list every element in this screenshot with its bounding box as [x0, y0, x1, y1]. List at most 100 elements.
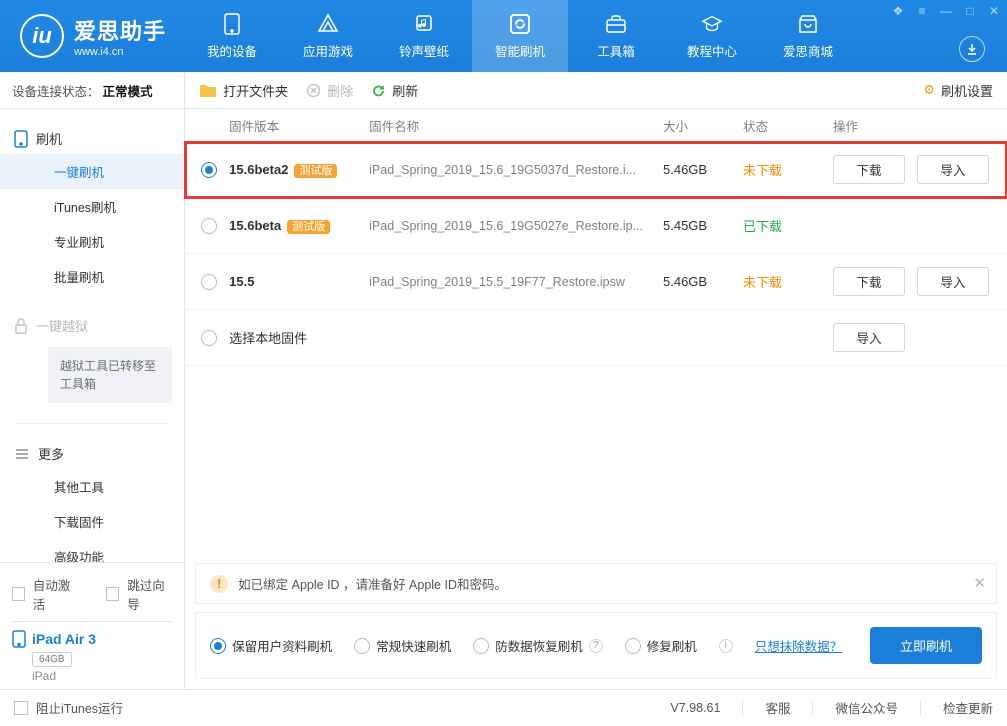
sidebar-group-flash[interactable]: 刷机	[0, 123, 184, 154]
info-icon[interactable]: i	[719, 639, 733, 653]
firmware-row[interactable]: 15.6beta测试版iPad_Spring_2019_15.6_19G5027…	[185, 198, 1007, 254]
download-manager-icon[interactable]	[959, 36, 985, 62]
gear-icon: ⚙	[923, 82, 935, 98]
folder-icon	[199, 83, 217, 98]
firmware-row[interactable]: 15.5iPad_Spring_2019_15.5_19F77_Restore.…	[185, 254, 1007, 310]
device-status: 设备连接状态：正常模式	[0, 72, 184, 109]
nav-label: 我的设备	[207, 41, 257, 60]
device-panel: 自动激活 跳过向导 iPad Air 3 64GB iPad	[0, 562, 184, 689]
skin-icon[interactable]: ❖	[891, 4, 905, 18]
update-link[interactable]: 检查更新	[943, 698, 993, 717]
nav-toolbox[interactable]: 工具箱	[568, 0, 664, 72]
sidebar-group-more[interactable]: 更多	[0, 438, 184, 469]
nav-label: 爱思商城	[783, 41, 833, 60]
edu-icon	[701, 13, 723, 35]
sidebar-item-batch-flash[interactable]: 批量刷机	[0, 259, 184, 294]
main-content: 打开文件夹 删除 刷新 ⚙ 刷机设置 固件版本 固件名称 大小 状态 操作 15…	[185, 72, 1007, 689]
nav-store[interactable]: 爱思商城	[760, 0, 856, 72]
nav-label: 应用游戏	[303, 41, 353, 60]
refresh-button[interactable]: 刷新	[371, 81, 418, 100]
opt-repair[interactable]: 修复刷机	[625, 636, 697, 655]
appleid-notice: ! 如已绑定 Apple ID ，请准备好 Apple ID和密码。 ✕	[195, 563, 997, 604]
warn-icon: !	[210, 575, 228, 593]
music-icon	[413, 13, 435, 35]
import-button[interactable]: 导入	[833, 323, 905, 352]
tablet-icon	[12, 630, 26, 648]
nav-label: 智能刷机	[495, 41, 545, 60]
nav-flash[interactable]: 智能刷机	[472, 0, 568, 72]
apps-icon	[317, 13, 339, 35]
open-folder-button[interactable]: 打开文件夹	[199, 81, 288, 100]
info-icon[interactable]: ?	[589, 639, 603, 653]
nav-tutorials[interactable]: 教程中心	[664, 0, 760, 72]
refresh-icon	[371, 83, 386, 98]
delete-icon	[306, 83, 321, 98]
wechat-link[interactable]: 微信公众号	[835, 698, 898, 717]
version-label: V7.98.61	[670, 701, 720, 715]
nav-label: 教程中心	[687, 41, 737, 60]
beta-badge: 测试版	[294, 164, 337, 178]
logo-icon: iu	[20, 14, 64, 58]
sidebar-item-pro-flash[interactable]: 专业刷机	[0, 224, 184, 259]
nav-ringtones[interactable]: 铃声壁纸	[376, 0, 472, 72]
minimize-icon[interactable]: —	[939, 4, 953, 18]
toolbar: 打开文件夹 删除 刷新 ⚙ 刷机设置	[185, 72, 1007, 109]
device-name[interactable]: iPad Air 3	[12, 630, 172, 648]
sidebar-item-download-fw[interactable]: 下载固件	[0, 504, 184, 539]
lock-icon	[14, 318, 28, 334]
flash-settings-button[interactable]: ⚙ 刷机设置	[923, 81, 993, 100]
firmware-row[interactable]: 选择本地固件导入	[185, 310, 1007, 366]
app-subtitle: www.i4.cn	[74, 46, 166, 58]
beta-badge: 测试版	[287, 220, 330, 234]
flash-options: 保留用户资料刷机 常规快速刷机 防数据恢复刷机? 修复刷机 i 只想抹除数据？ …	[195, 612, 997, 679]
block-itunes-checkbox[interactable]	[14, 701, 28, 715]
row-radio[interactable]	[201, 274, 217, 290]
device-type: iPad	[12, 667, 172, 683]
delete-button: 删除	[306, 81, 353, 100]
opt-anti-recover[interactable]: 防数据恢复刷机?	[473, 636, 603, 655]
import-button[interactable]: 导入	[917, 155, 989, 184]
table-header: 固件版本 固件名称 大小 状态 操作	[185, 109, 1007, 142]
skip-guide-checkbox[interactable]	[106, 587, 119, 601]
sidebar-group-jailbreak: 一键越狱	[0, 310, 184, 341]
erase-link[interactable]: 只想抹除数据？	[755, 636, 843, 655]
app-header: iu 爱思助手 www.i4.cn 我的设备 应用游戏 铃声壁纸 智能刷机 工具…	[0, 0, 1007, 72]
opt-fast[interactable]: 常规快速刷机	[354, 636, 451, 655]
opt-keep-data[interactable]: 保留用户资料刷机	[210, 636, 332, 655]
store-icon	[797, 13, 819, 35]
close-notice-icon[interactable]: ✕	[973, 574, 986, 592]
jailbreak-note: 越狱工具已转移至工具箱	[48, 347, 172, 403]
top-nav: 我的设备 应用游戏 铃声壁纸 智能刷机 工具箱 教程中心 爱思商城	[184, 0, 856, 72]
nav-apps[interactable]: 应用游戏	[280, 0, 376, 72]
close-icon[interactable]: ✕	[987, 4, 1001, 18]
row-radio[interactable]	[201, 330, 217, 346]
app-title: 爱思助手	[74, 14, 166, 46]
phone-icon	[221, 13, 243, 35]
maximize-icon[interactable]: □	[963, 4, 977, 18]
phone-icon	[14, 130, 28, 148]
nav-label: 铃声壁纸	[399, 41, 449, 60]
download-button[interactable]: 下载	[833, 155, 905, 184]
sidebar-item-other-tools[interactable]: 其他工具	[0, 469, 184, 504]
refresh-icon	[509, 13, 531, 35]
sidebar-item-oneclick-flash[interactable]: 一键刷机	[0, 154, 184, 189]
row-radio[interactable]	[201, 162, 217, 178]
firmware-row[interactable]: 15.6beta2测试版iPad_Spring_2019_15.6_19G503…	[185, 142, 1007, 198]
storage-badge: 64GB	[32, 652, 72, 667]
sidebar-item-itunes-flash[interactable]: iTunes刷机	[0, 189, 184, 224]
list-icon	[14, 447, 30, 461]
sidebar-item-advanced[interactable]: 高级功能	[0, 539, 184, 562]
logo: iu 爱思助手 www.i4.cn	[0, 14, 184, 58]
download-button[interactable]: 下载	[833, 267, 905, 296]
status-footer: 阻止iTunes运行 V7.98.61 客服 微信公众号 检查更新	[0, 689, 1007, 725]
import-button[interactable]: 导入	[917, 267, 989, 296]
start-flash-button[interactable]: 立即刷机	[870, 627, 982, 664]
toolbox-icon	[605, 13, 627, 35]
auto-activate-checkbox[interactable]	[12, 587, 25, 601]
row-radio[interactable]	[201, 218, 217, 234]
window-controls: ❖ ≡ — □ ✕	[891, 4, 1001, 18]
service-link[interactable]: 客服	[765, 698, 790, 717]
menu-icon[interactable]: ≡	[915, 4, 929, 18]
nav-my-device[interactable]: 我的设备	[184, 0, 280, 72]
nav-label: 工具箱	[597, 41, 635, 60]
